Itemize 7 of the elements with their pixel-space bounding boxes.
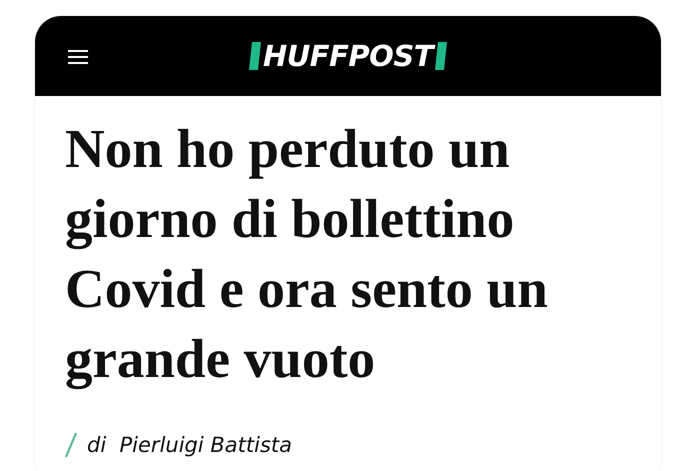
slash-icon bbox=[65, 432, 77, 458]
site-logo[interactable]: HUFFPOST bbox=[262, 41, 433, 71]
menu-icon[interactable] bbox=[68, 50, 88, 64]
logo-bar-icon bbox=[435, 42, 447, 70]
author-byline: di Pierluigi Battista bbox=[87, 433, 292, 457]
logo-bar-icon bbox=[248, 42, 261, 70]
article-headline: Non ho perduto un giorno di bollettino Covid e ora sento un grande vuoto bbox=[65, 117, 549, 392]
